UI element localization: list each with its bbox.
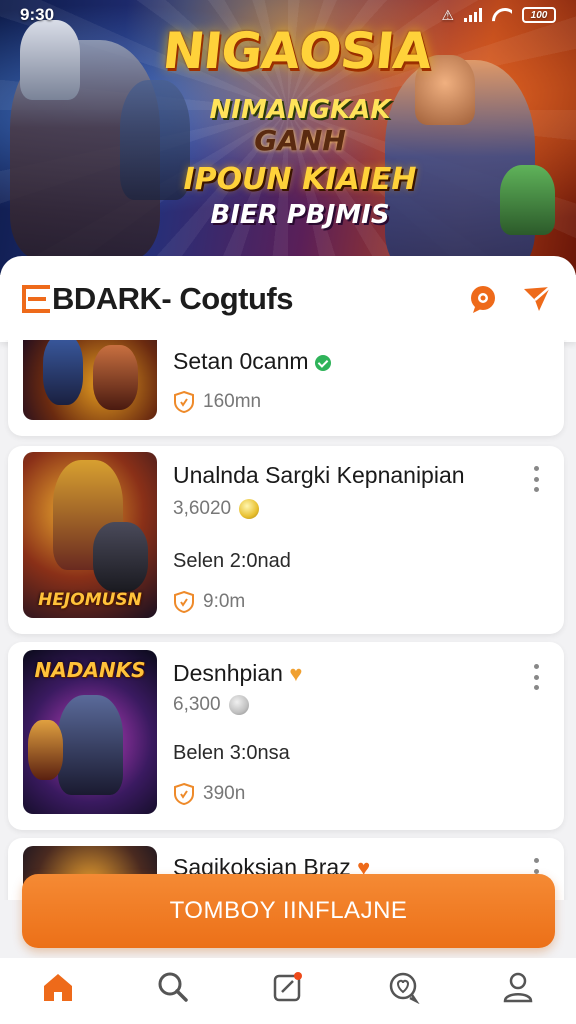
status-bar: 9:30 ⚠ 100: [0, 0, 576, 30]
thumb-figure: [28, 720, 63, 780]
shield-icon: [174, 782, 194, 806]
status-time: 9:30: [20, 5, 55, 24]
list-item-3-thumbnail-label: NADANKS: [34, 658, 146, 682]
home-icon: [43, 974, 72, 1001]
list-item-2-schedule: Selen 2:0nad: [173, 550, 291, 572]
hero-subtitle-4: BIER PBJMIS: [210, 200, 390, 230]
hero-character-small: [500, 165, 555, 235]
list-item-1-title-text: Setan 0canm: [173, 348, 309, 374]
list-item-3-title[interactable]: Desnhpian ♥: [173, 660, 302, 687]
list-item-1-thumbnail: [23, 340, 157, 420]
chat-button[interactable]: [466, 282, 500, 316]
list-item-3-thumbnail: NADANKS: [23, 650, 157, 814]
alarm-icon: ⚠: [441, 6, 454, 23]
send-button[interactable]: [520, 282, 554, 316]
signal-icon: [464, 8, 482, 22]
nav-create[interactable]: [258, 970, 318, 1014]
list-item-2-more-button[interactable]: [526, 462, 546, 496]
heart-icon: ♥: [289, 661, 303, 686]
nav-home[interactable]: [28, 970, 88, 1014]
list-item-1-meta: 160mn: [173, 390, 261, 414]
list-item-2-meta-text: 9:0m: [203, 591, 246, 612]
list-item-3-title-text: Desnhpian: [173, 660, 283, 686]
list-item-1-meta-text: 160mn: [203, 391, 262, 412]
hero-character-left-helmet: [20, 20, 80, 100]
nav-favorites[interactable]: [373, 970, 433, 1014]
send-arrow-icon: [524, 286, 551, 311]
hero-subtitle-1: NIMANGKAK: [209, 95, 391, 125]
status-icons: ⚠ 100: [441, 7, 556, 24]
shield-icon: [174, 390, 194, 414]
coin-icon: [239, 499, 260, 519]
hero-subtitle-2: GANH: [254, 124, 346, 157]
list-item-1[interactable]: Setan 0canm 160mn: [8, 340, 564, 436]
thumb-figure: [93, 522, 148, 592]
list-item-3-schedule: Belen 3:0nsa: [173, 742, 290, 764]
chat-bubble-icon: [471, 286, 495, 313]
list-item-2-title[interactable]: Unalnda Sargki Kepnanipian: [173, 462, 465, 489]
verified-badge-icon: [314, 354, 331, 371]
content-list[interactable]: Setan 0canm 160mn HEJOMUSN Unalnda Sargk…: [0, 340, 576, 900]
hero-title: NIGAOSIA: [159, 22, 435, 80]
list-item-2-price-text: 3,6020: [173, 498, 232, 519]
list-item-2-thumbnail: HEJOMUSN: [23, 452, 157, 618]
list-item-1-title[interactable]: Setan 0canm: [173, 348, 331, 375]
list-item-2[interactable]: HEJOMUSN Unalnda Sargki Kepnanipian 3,60…: [8, 446, 564, 634]
list-item-3[interactable]: NADANKS Desnhpian ♥ 6,300 Belen 3:0nsa 3…: [8, 642, 564, 830]
list-item-3-meta-text: 390n: [203, 783, 246, 804]
shield-icon: [174, 590, 194, 614]
coin-icon: [228, 695, 249, 715]
heart-chat-icon: [389, 972, 420, 1004]
app-header: BDARK- Cogtufs: [0, 256, 576, 342]
hero-banner[interactable]: NIGAOSIA NIMANGKAK GANH IPOUN KIAIEH BIE…: [0, 0, 576, 275]
battery-icon: 100: [522, 7, 556, 23]
primary-action-button[interactable]: TOMBOY IINFLAJNE: [22, 874, 555, 948]
brand-logo-icon: [22, 285, 50, 313]
thumb-figure: [43, 340, 83, 405]
wifi-icon: [492, 8, 512, 22]
thumb-figure: [58, 695, 123, 795]
list-item-2-price: 3,6020: [173, 498, 260, 520]
nav-profile[interactable]: [488, 970, 548, 1014]
list-item-3-price: 6,300: [173, 694, 249, 716]
nav-search[interactable]: [143, 970, 203, 1014]
list-item-2-thumbnail-label: HEJOMUSN: [38, 590, 142, 610]
battery-level: 100: [530, 9, 548, 21]
search-icon: [158, 972, 188, 1002]
profile-icon: [504, 972, 533, 1003]
edit-icon: [273, 972, 302, 1002]
list-item-2-meta: 9:0m: [173, 590, 245, 614]
thumb-figure: [93, 345, 138, 410]
bottom-nav: [0, 958, 576, 1024]
hero-subtitle-3: IPOUN KIAIEH: [183, 162, 417, 197]
page-title: BDARK- Cogtufs: [52, 281, 293, 316]
list-item-3-price-text: 6,300: [173, 694, 221, 715]
list-item-3-more-button[interactable]: [526, 660, 546, 694]
list-item-3-meta: 390n: [173, 782, 245, 806]
header-actions: [466, 282, 554, 316]
